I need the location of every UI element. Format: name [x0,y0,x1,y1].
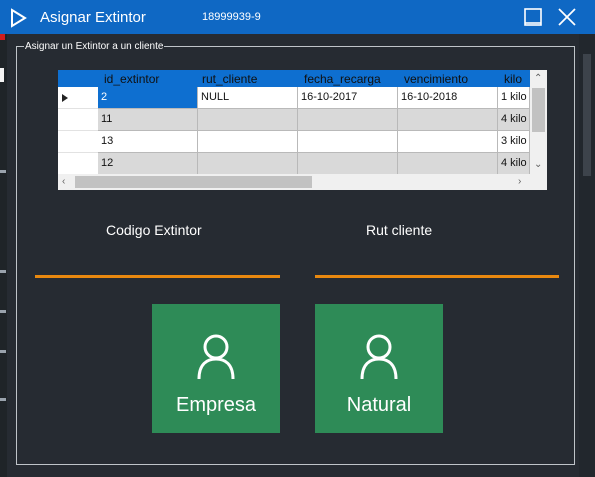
codigo-extintor-label: Codigo Extintor [106,222,202,238]
scroll-right-icon[interactable]: › [518,177,521,187]
background-app-fragment [0,398,6,401]
background-scrollbar [579,34,595,477]
vertical-scroll-thumb[interactable] [532,88,545,132]
cell-vencimiento[interactable] [398,153,498,175]
rut-cliente-label: Rut cliente [366,222,433,238]
grid-header: id_extintor rut_cliente fecha_recarga ve… [58,70,530,87]
cell-fecha-recarga[interactable] [298,131,398,153]
empresa-button-label: Empresa [175,394,257,416]
window-subtitle: 18999939-9 [202,11,261,23]
cell-kilo[interactable]: 3 kilo [498,131,530,153]
grid-horizontal-scrollbar[interactable]: ‹ › [58,174,530,190]
natural-button-label: Natural [346,394,412,416]
groupbox-legend: Asignar un Extintor a un cliente [24,41,165,53]
cell-fecha-recarga[interactable] [298,109,398,131]
background-app-fragment [0,310,6,313]
column-header-kilo[interactable]: kilo [504,72,522,86]
background-app-fragment [0,270,6,273]
user-icon [197,334,235,380]
window-title: Asignar Extintor [40,9,146,26]
background-app-fragment [0,170,6,173]
cell-vencimiento[interactable] [398,131,498,153]
cell-fecha-recarga[interactable]: 16-10-2017 [298,87,398,109]
maximize-icon[interactable] [522,6,544,28]
scroll-up-icon[interactable]: ⌃ [534,74,542,84]
cell-rut-cliente[interactable]: NULL [198,87,298,109]
play-icon [11,8,27,28]
cell-rut-cliente[interactable] [198,153,298,175]
natural-button[interactable]: Natural [315,304,443,433]
grid-vertical-scrollbar[interactable]: ⌃ ⌄ [530,70,547,174]
background-scrollbar-thumb [583,54,591,176]
row-header[interactable] [58,87,98,109]
scroll-left-icon[interactable]: ‹ [62,177,65,187]
column-header-id-extintor[interactable]: id_extintor [104,72,159,86]
cell-rut-cliente[interactable] [198,131,298,153]
cell-id-extintor[interactable]: 2 [98,87,198,109]
current-row-icon [62,94,68,102]
cell-rut-cliente[interactable] [198,109,298,131]
cell-id-extintor[interactable]: 11 [98,109,198,131]
scrollbar-corner [530,174,547,190]
close-icon[interactable] [556,6,578,28]
title-bar: Asignar Extintor 18999939-9 [0,0,595,34]
row-header[interactable] [58,153,98,175]
column-header-fecha-recarga[interactable]: fecha_recarga [304,72,381,86]
cell-fecha-recarga[interactable] [298,153,398,175]
cell-kilo[interactable]: 4 kilo [498,109,530,131]
scroll-down-icon[interactable]: ⌄ [534,160,542,170]
cell-vencimiento[interactable] [398,109,498,131]
cell-vencimiento[interactable]: 16-10-2018 [398,87,498,109]
empresa-button[interactable]: Empresa [152,304,280,433]
cell-kilo[interactable]: 1 kilo [498,87,530,109]
user-icon [360,334,398,380]
cell-id-extintor[interactable]: 13 [98,131,198,153]
cell-kilo[interactable]: 4 kilo [498,153,530,175]
row-header[interactable] [58,131,98,153]
codigo-extintor-field[interactable] [35,275,280,278]
horizontal-scroll-thumb[interactable] [75,176,312,188]
cell-id-extintor[interactable]: 12 [98,153,198,175]
extintor-grid[interactable]: id_extintor rut_cliente fecha_recarga ve… [58,70,547,190]
column-header-vencimiento[interactable]: vencimiento [404,72,468,86]
column-header-rut-cliente[interactable]: rut_cliente [202,72,257,86]
background-app-fragment [0,68,4,82]
background-app-fragment [0,350,6,353]
rut-cliente-field[interactable] [315,275,559,278]
row-header[interactable] [58,109,98,131]
